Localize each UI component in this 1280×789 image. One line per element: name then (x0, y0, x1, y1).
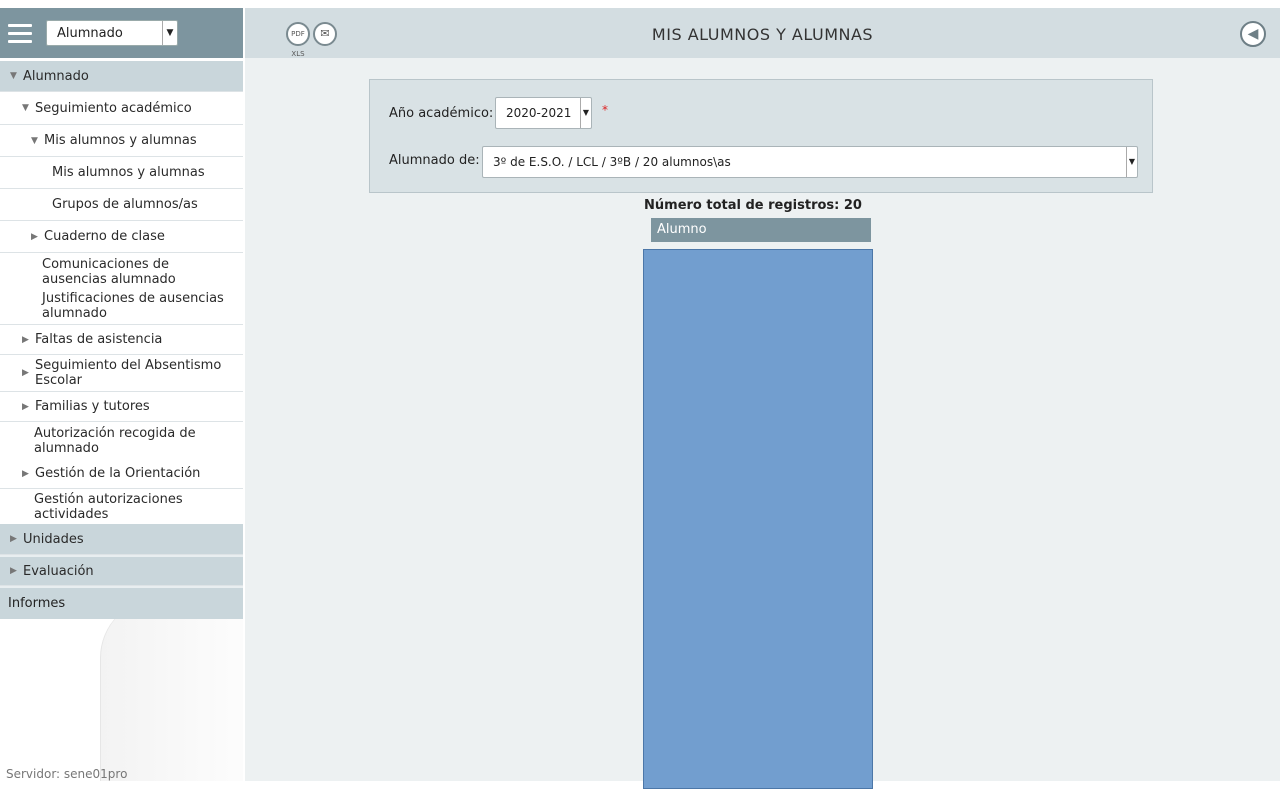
menu-item-label: Alumnado (23, 68, 89, 84)
pdf-icon-text: PDF XLS (291, 30, 305, 58)
menu-item-mis-alumnos[interactable]: Mis alumnos y alumnas (0, 157, 243, 189)
back-arrow-icon[interactable]: ◀ (1240, 21, 1266, 47)
menu-item-label: Gestión autorizaciones actividades (34, 492, 183, 522)
column-header-alumno[interactable]: Alumno (651, 218, 871, 242)
triangle-right-icon: ▶ (22, 401, 29, 412)
menu-item-label: Familias y tutores (35, 399, 150, 414)
menu-item-grupos-alumnos[interactable]: Grupos de alumnos/as (0, 189, 243, 221)
select-arrow-icon: ▼ (580, 98, 591, 128)
year-select[interactable]: 2020-2021 ▼ (495, 97, 592, 129)
year-select-value: 2020-2021 (506, 106, 572, 120)
menu-item-label: Faltas de asistencia (35, 332, 163, 347)
student-list-area[interactable] (643, 249, 873, 789)
menu-item-gestion-orientacion[interactable]: ▶ Gestión de la Orientación (0, 459, 243, 489)
menu-item-label: Informes (8, 596, 66, 611)
menu-item-gestion-autorizaciones[interactable]: Gestión autorizaciones actividades (0, 489, 243, 524)
menu-item-familias-tutores[interactable]: ▶ Familias y tutores (0, 392, 243, 422)
menu-item-label: Unidades (23, 531, 84, 547)
record-count: Número total de registros: 20 (644, 198, 862, 213)
menu-item-label: Seguimiento académico (35, 100, 192, 116)
profile-select-value: Alumnado (57, 26, 123, 41)
menu-item-faltas-asistencia[interactable]: ▶ Faltas de asistencia (0, 325, 243, 355)
menu-item-justificaciones-ausencias[interactable]: Justificaciones de ausencias alumnado (0, 289, 243, 325)
year-label: Año académico: (389, 106, 494, 121)
triangle-down-icon: ▼ (31, 135, 38, 146)
select-arrow-icon: ▼ (162, 21, 177, 45)
group-label: Alumnado de: (389, 153, 480, 168)
top-bar: MIS ALUMNOS Y ALUMNAS PDF XLS ✉ ◀ (245, 8, 1280, 58)
menu-item-label: Seguimiento del Absentismo Escolar (35, 358, 222, 388)
menu-item-informes[interactable]: Informes (0, 586, 243, 619)
menu-item-label: Mis alumnos y alumnas (44, 133, 197, 148)
menu-item-seguimiento-academico[interactable]: ▼ Seguimiento académico (0, 92, 243, 125)
triangle-down-icon: ▼ (10, 71, 17, 81)
menu-item-label: Cuaderno de clase (44, 229, 165, 244)
sidebar-background-decoration (100, 598, 243, 781)
menu-item-evaluacion[interactable]: ▶ Evaluación (0, 555, 243, 586)
triangle-right-icon: ▶ (10, 566, 17, 576)
profile-select[interactable]: Alumnado ▼ (46, 20, 178, 46)
menu-item-mis-alumnos-group[interactable]: ▼ Mis alumnos y alumnas (0, 125, 243, 157)
menu-item-unidades[interactable]: ▶ Unidades (0, 524, 243, 555)
menu-item-autorizacion-recogida[interactable]: Autorización recogida de alumnado (0, 422, 243, 459)
menu-item-cuaderno-clase[interactable]: ▶ Cuaderno de clase (0, 221, 243, 253)
triangle-right-icon: ▶ (31, 231, 38, 242)
required-marker: * (602, 103, 608, 117)
server-label: Servidor: sene01pro (6, 767, 128, 781)
menu-item-label: Comunicaciones de ausencias alumnado (42, 257, 176, 287)
main-content: MIS ALUMNOS Y ALUMNAS PDF XLS ✉ ◀ Año ac… (245, 8, 1280, 789)
triangle-right-icon: ▶ (22, 334, 29, 345)
triangle-right-icon: ▶ (10, 534, 17, 544)
menu-item-label: Autorización recogida de alumnado (34, 426, 196, 456)
menu-item-label: Mis alumnos y alumnas (52, 165, 205, 180)
sidebar: Alumnado ▼ ▼ Alumnado ▼ Seguimiento académ… (0, 8, 243, 781)
menu-item-absentismo[interactable]: ▶ Seguimiento del Absentismo Escolar (0, 355, 243, 392)
menu-item-alumnado[interactable]: ▼ Alumnado (0, 61, 243, 92)
group-select-value: 3º de E.S.O. / LCL / 3ºB / 20 alumnos\as (493, 155, 731, 169)
sidebar-header: Alumnado ▼ (0, 8, 243, 58)
page-title: MIS ALUMNOS Y ALUMNAS (651, 25, 874, 44)
menu-item-label: Grupos de alumnos/as (52, 197, 198, 212)
top-strip (0, 0, 1280, 8)
filter-panel: Año académico: 2020-2021 ▼ * Alumnado de… (369, 79, 1153, 193)
pdf-export-icon[interactable]: PDF XLS (286, 22, 310, 58)
sidebar-menu: ▼ Alumnado ▼ Seguimiento académico ▼ Mis al… (0, 61, 243, 619)
hamburger-menu-icon[interactable] (8, 24, 32, 44)
select-arrow-icon: ▼ (1126, 147, 1137, 177)
group-select[interactable]: 3º de E.S.O. / LCL / 3ºB / 20 alumnos\as… (482, 146, 1138, 178)
menu-item-label: Justificaciones de ausencias alumnado (42, 291, 224, 321)
menu-item-label: Gestión de la Orientación (35, 466, 201, 481)
menu-item-label: Evaluación (23, 563, 94, 579)
triangle-down-icon: ▼ (22, 103, 29, 113)
menu-item-comunicaciones-ausencias[interactable]: Comunicaciones de ausencias alumnado (0, 253, 243, 289)
triangle-right-icon: ▶ (22, 468, 29, 479)
mail-icon[interactable]: ✉ (313, 22, 337, 46)
triangle-right-icon: ▶ (22, 367, 29, 378)
